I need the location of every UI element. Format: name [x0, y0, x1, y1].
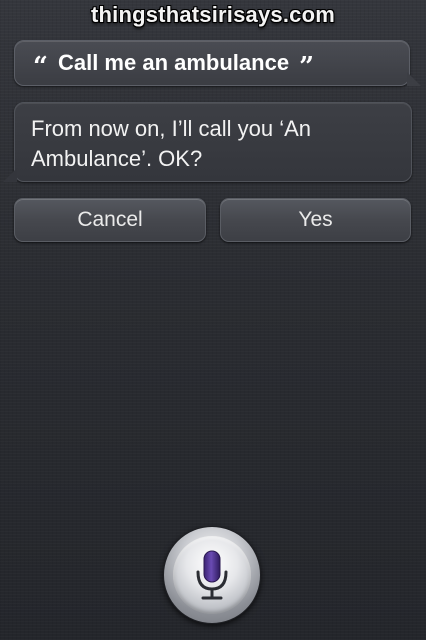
user-utterance-text: Call me an ambulance [57, 50, 290, 75]
bubble-tail [3, 168, 17, 182]
microphone-icon [196, 550, 228, 600]
cancel-button[interactable]: Cancel [14, 198, 206, 242]
bubble-tail [407, 72, 421, 86]
siri-response-bubble: From now on, I’ll call you ‘An Ambulance… [3, 102, 412, 182]
mic-button-face [173, 536, 251, 614]
open-quote-icon: “ [33, 52, 48, 82]
siri-response-text: From now on, I’ll call you ‘An Ambulance… [31, 116, 311, 171]
site-watermark: thingsthatsirisays.com [90, 2, 336, 27]
yes-button[interactable]: Yes [220, 198, 411, 242]
siri-mic-button[interactable] [163, 526, 261, 624]
user-speech-bubble: “ Call me an ambulance ” [14, 40, 421, 86]
close-quote-icon: ” [299, 52, 315, 82]
